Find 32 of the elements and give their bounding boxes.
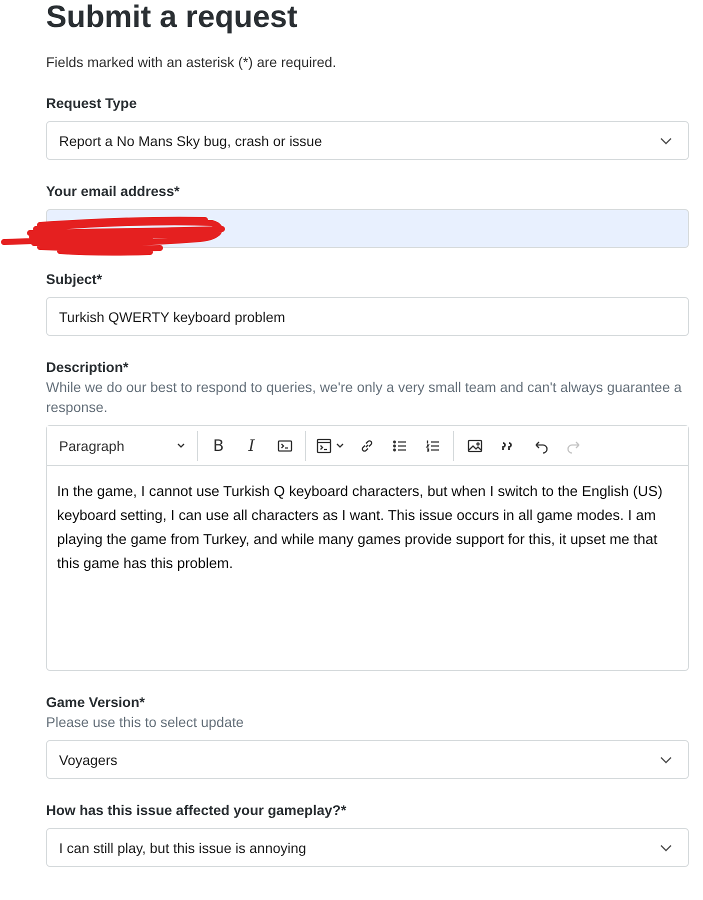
rich-text-editor[interactable]	[46, 425, 689, 671]
caret-icon	[336, 443, 344, 448]
chevron-down-icon	[660, 756, 672, 764]
bullets-icon	[392, 438, 408, 454]
code-icon	[276, 438, 292, 454]
dropdown-field[interactable]: Report a No Mans Sky bug, crash or issue	[46, 121, 689, 160]
dropdown-value: I can still play, but this issue is annoying	[59, 840, 306, 856]
paragraph-dropdown[interactable]: Paragraph	[51, 430, 193, 460]
subject-input[interactable]: Turkish QWERTY keyboard problem	[46, 297, 689, 336]
dropdown-value: Voyagers	[59, 752, 118, 768]
field-label: Your email address*	[46, 182, 181, 201]
code-block-icon	[316, 438, 332, 454]
dropdown-field[interactable]: I can still play, but this issue is annoying	[46, 828, 689, 867]
field-label: How has this issue affected your gameplay?*	[46, 801, 348, 820]
field-hint: Please use this to select update	[46, 713, 245, 732]
field-label: Request Type	[46, 94, 138, 113]
chevron-down-icon	[660, 844, 672, 852]
field-label: Game Version*	[46, 693, 146, 712]
field-hint: While we do our best to respond to queries, we're only a very small team and can't always guarantee a response.	[46, 378, 683, 417]
page-title: Submit a request	[46, 0, 298, 34]
bold-button[interactable]: B	[202, 430, 235, 460]
dropdown-value: Report a No Mans Sky bug, crash or issue	[59, 132, 322, 148]
numbers-icon	[424, 438, 440, 454]
chevron-down-icon	[660, 136, 672, 144]
required-note: Fields marked with an asterisk (*) are required.	[46, 53, 338, 72]
caret-icon	[177, 443, 185, 448]
field-label: Subject*	[46, 270, 104, 289]
italic-button[interactable]: I	[235, 430, 268, 460]
description-text: In the game, I cannot use Turkish Q keyboard characters, but when I switch to the English (US) keyboard setting, I can use all characters as I want. This issue occurs in all game modes. I am playing the game from Turkey, and while many games provide support for this, it upset me that this game has this problem.	[56, 483, 664, 574]
dropdown-field[interactable]: Voyagers	[46, 740, 689, 779]
image-icon	[466, 438, 482, 454]
field-label: Description*	[46, 358, 130, 377]
